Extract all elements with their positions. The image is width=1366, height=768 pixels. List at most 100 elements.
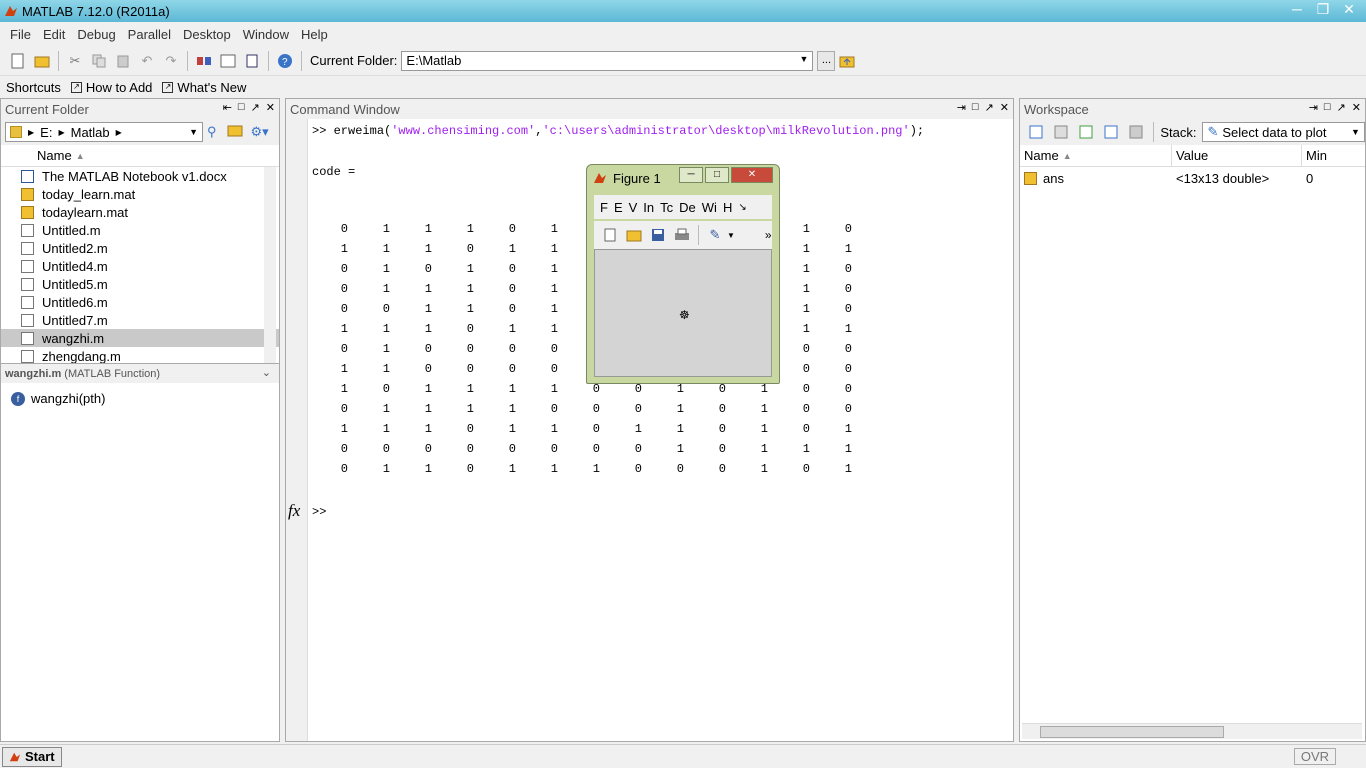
print-icon[interactable] (672, 225, 692, 245)
matrix-cell: 0 (424, 262, 432, 276)
figure-window[interactable]: Figure 1 ─ □ ✕ F E V In Tc De Wi H ↘ ✎ ▼… (586, 164, 780, 384)
open-variable-icon[interactable] (1051, 122, 1070, 142)
profiler-icon[interactable] (242, 51, 262, 71)
breadcrumb-drive[interactable]: E: (40, 125, 52, 140)
function-browser-icon[interactable]: fx (288, 501, 300, 521)
undock-icon[interactable]: ↗ (251, 101, 260, 114)
menu-desktop[interactable]: Desktop (177, 27, 237, 42)
list-item[interactable]: Untitled5.m (1, 275, 279, 293)
matrix-cell: 1 (340, 382, 348, 396)
menu-window[interactable]: Window (237, 27, 295, 42)
current-folder-field[interactable]: E:\Matlab ▼ (401, 50, 814, 71)
menu-file[interactable]: File (4, 27, 37, 42)
menu-help[interactable]: Help (295, 27, 334, 42)
folder-breadcrumb[interactable]: ▶ E: ▶ Matlab ▶ ▼ (5, 122, 203, 142)
restore-button[interactable]: ❐ (1310, 0, 1336, 18)
list-item[interactable]: Untitled.m (1, 221, 279, 239)
open-folder-icon[interactable] (32, 51, 52, 71)
maximize-pane-icon[interactable]: □ (1324, 101, 1331, 114)
column-header[interactable]: Min (1302, 145, 1362, 166)
folder-up-icon[interactable] (837, 51, 857, 71)
start-button[interactable]: Start (2, 746, 62, 767)
figure-menu-item[interactable]: E (614, 200, 623, 215)
column-header[interactable]: Name ▲ (1020, 145, 1172, 166)
figure-title-bar[interactable]: Figure 1 ─ □ ✕ (587, 165, 779, 191)
list-item[interactable]: Untitled7.m (1, 311, 279, 329)
chevron-down-icon[interactable]: ▼ (727, 231, 735, 240)
browse-folder-button[interactable]: ... (817, 50, 836, 71)
help-icon[interactable]: ? (275, 51, 295, 71)
chevron-down-icon[interactable]: ⌄ (262, 366, 271, 379)
gear-icon[interactable]: ⚙▾ (251, 124, 269, 140)
menu-debug[interactable]: Debug (71, 27, 121, 42)
undock-icon[interactable]: ↗ (1337, 101, 1346, 114)
how-to-add-link[interactable]: ↗ How to Add (70, 80, 152, 95)
maximize-pane-icon[interactable]: □ (238, 101, 245, 114)
close-pane-icon[interactable]: ✕ (1352, 101, 1361, 114)
figure-menu-item[interactable]: F (600, 200, 608, 215)
column-name-header[interactable]: Name (37, 148, 72, 163)
figure-menu-item[interactable]: Tc (660, 200, 673, 215)
open-file-icon[interactable] (624, 225, 644, 245)
maximize-pane-icon[interactable]: □ (972, 101, 979, 114)
minimize-pane-icon[interactable]: ⇥ (1309, 101, 1318, 114)
figure-maximize-button[interactable]: □ (705, 167, 729, 183)
minimize-button[interactable]: ─ (1284, 0, 1310, 18)
brush-icon[interactable]: ✎ (705, 225, 725, 245)
new-file-icon[interactable] (8, 51, 28, 71)
scrollbar-thumb[interactable] (1040, 726, 1224, 738)
column-header[interactable]: Value (1172, 145, 1302, 166)
menu-edit[interactable]: Edit (37, 27, 71, 42)
save-workspace-icon[interactable] (1101, 122, 1120, 142)
close-pane-icon[interactable]: ✕ (266, 101, 275, 114)
paste-icon[interactable] (113, 51, 133, 71)
plot-selector[interactable]: ✎ Select data to plot ▼ (1202, 122, 1365, 142)
breadcrumb-folder[interactable]: Matlab (71, 125, 110, 140)
command-prompt[interactable]: >> (312, 505, 326, 519)
undock-icon[interactable]: ↗ (985, 101, 994, 114)
search-icon[interactable]: ⚲ (207, 124, 217, 140)
import-data-icon[interactable] (1076, 122, 1095, 142)
copy-icon[interactable] (89, 51, 109, 71)
figure-minimize-button[interactable]: ─ (679, 167, 703, 183)
undo-icon[interactable]: ↶ (137, 51, 157, 71)
delete-variable-icon[interactable] (1126, 122, 1145, 142)
close-pane-icon[interactable]: ✕ (1000, 101, 1009, 114)
minimize-pane-icon[interactable]: ⇤ (223, 101, 232, 114)
list-item-selected[interactable]: wangzhi.m (1, 329, 279, 347)
menu-parallel[interactable]: Parallel (122, 27, 177, 42)
guide-icon[interactable] (218, 51, 238, 71)
toolbar-overflow-icon[interactable]: » (765, 228, 772, 242)
figure-menu-item[interactable]: De (679, 200, 696, 215)
simulink-icon[interactable] (194, 51, 214, 71)
new-folder-icon[interactable] (227, 124, 243, 140)
new-variable-icon[interactable] (1026, 122, 1045, 142)
new-figure-icon[interactable] (600, 225, 620, 245)
list-item[interactable]: Untitled2.m (1, 239, 279, 257)
save-icon[interactable] (648, 225, 668, 245)
whats-new-link[interactable]: ↗ What's New (162, 80, 246, 95)
list-item[interactable]: today_learn.mat (1, 185, 279, 203)
list-item[interactable]: Untitled6.m (1, 293, 279, 311)
cut-icon[interactable]: ✂ (65, 51, 85, 71)
table-row[interactable]: ans <13x13 double> 0 (1020, 167, 1365, 189)
minimize-pane-icon[interactable]: ⇥ (957, 101, 966, 114)
figure-menu-item[interactable]: In (643, 200, 654, 215)
figure-canvas[interactable]: ☸ (594, 249, 772, 377)
figure-menu-item[interactable]: Wi (702, 200, 717, 215)
figure-menu-item[interactable]: V (629, 200, 638, 215)
chevron-down-icon[interactable]: ▼ (800, 54, 809, 64)
close-button[interactable]: ✕ (1336, 0, 1362, 18)
horizontal-scrollbar[interactable] (1022, 723, 1362, 739)
chevron-down-icon[interactable]: ▼ (189, 127, 198, 137)
redo-icon[interactable]: ↷ (161, 51, 181, 71)
figure-menu-item[interactable]: H (723, 200, 732, 215)
menu-overflow-icon[interactable]: ↘ (738, 202, 746, 213)
file-details-header[interactable]: wangzhi.m (MATLAB Function) ⌄ (1, 363, 279, 383)
figure-close-button[interactable]: ✕ (731, 167, 773, 183)
list-item[interactable]: Untitled4.m (1, 257, 279, 275)
file-list-scrollbar[interactable] (264, 167, 276, 363)
list-item[interactable]: todaylearn.mat (1, 203, 279, 221)
list-item[interactable]: zhengdang.m (1, 347, 279, 363)
list-item[interactable]: The MATLAB Notebook v1.docx (1, 167, 279, 185)
